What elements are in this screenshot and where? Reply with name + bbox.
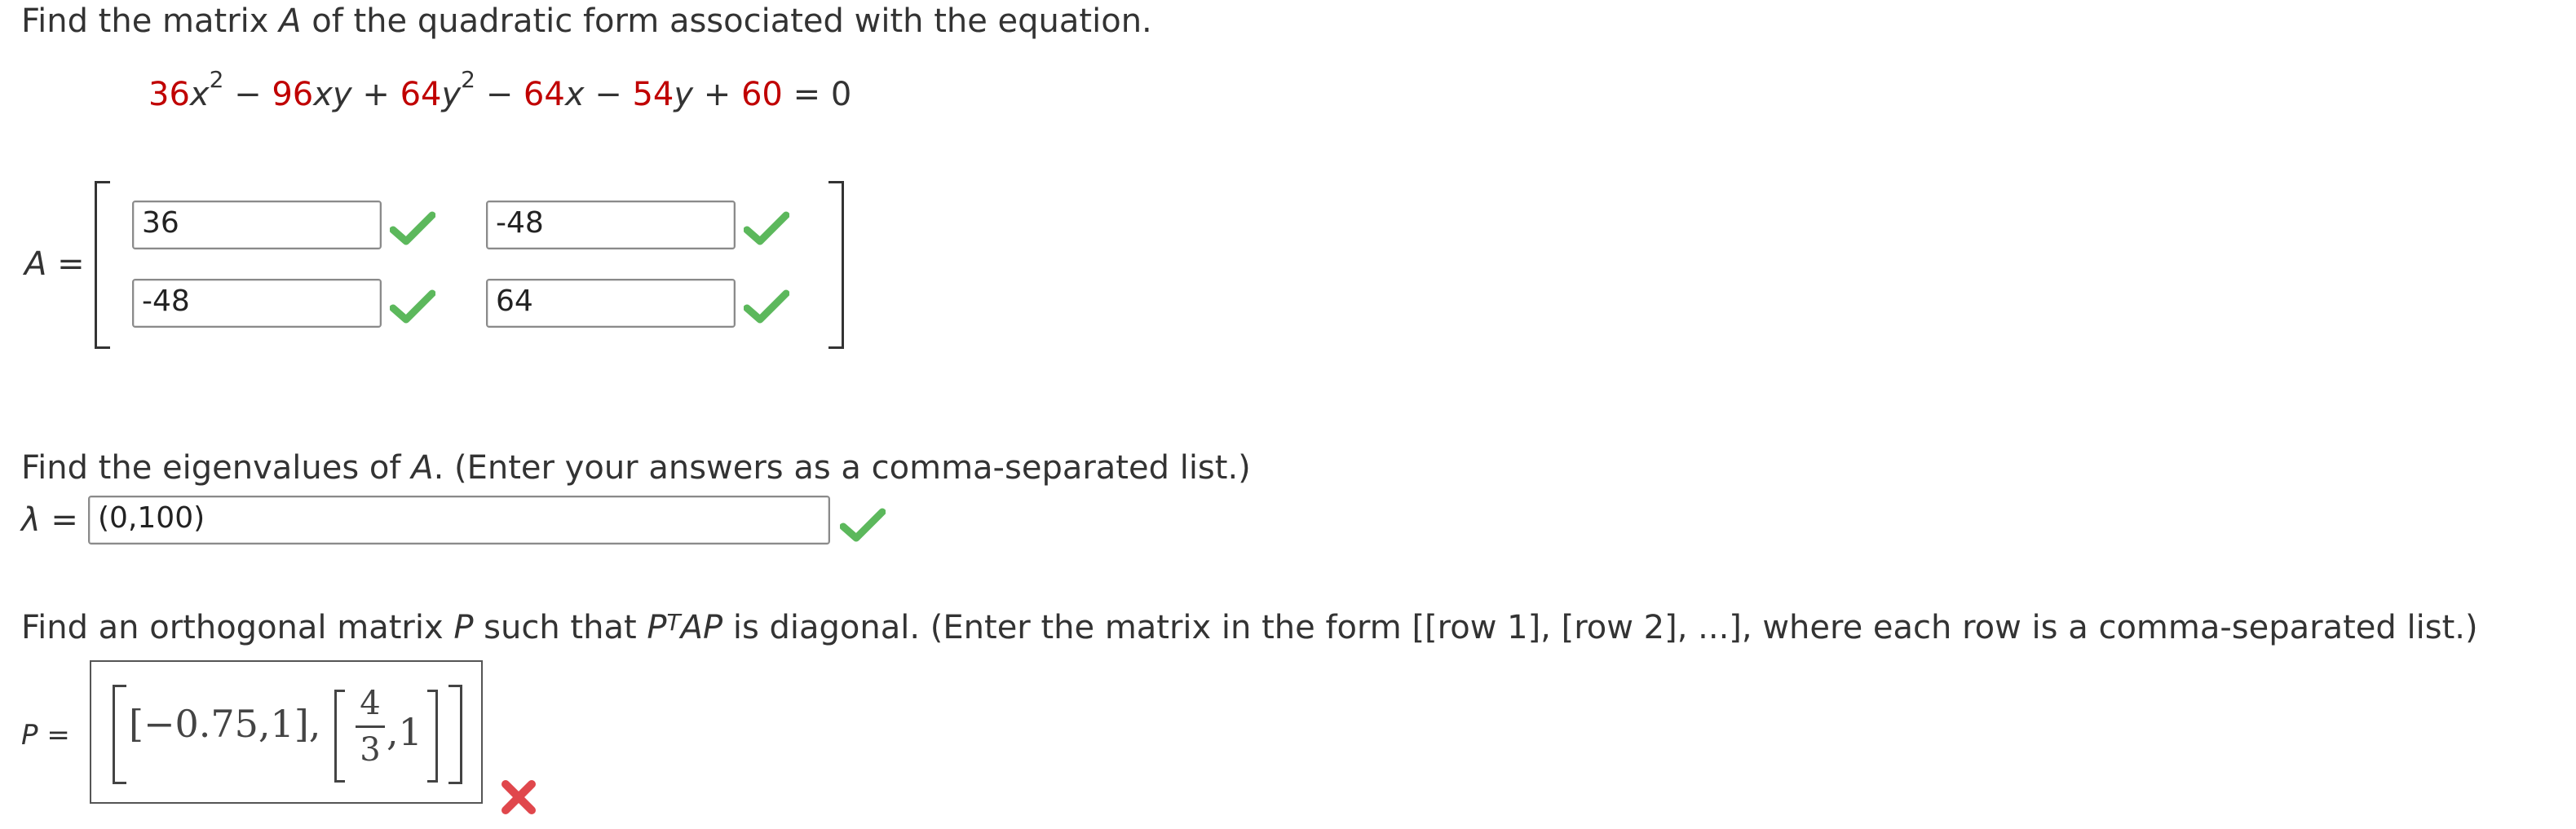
check-icon xyxy=(840,507,886,543)
check-icon xyxy=(744,210,789,246)
constant-term: 60 xyxy=(740,76,783,113)
fraction-denominator: 3 xyxy=(360,731,381,769)
row-2-left-bracket xyxy=(334,690,345,783)
outer-right-bracket xyxy=(448,685,462,784)
check-icon xyxy=(744,289,789,324)
matrix-p-entry-21-fraction: 4 3 xyxy=(354,683,387,770)
orthogonal-matrix-input[interactable]: [−0.75,1], 4 3 ,1 xyxy=(90,660,483,804)
cross-icon xyxy=(499,778,538,817)
matrix-p-entry-11: −0.75 xyxy=(143,702,258,746)
quadratic-equation: 36x2 − 96xy + 64y2 − 64x − 54y + 60 = 0 xyxy=(148,66,852,114)
question-2-prompt: Find the eigenvalues of A. (Enter your a… xyxy=(21,449,1251,487)
check-icon xyxy=(390,210,435,246)
eigenvalue-label: λ = xyxy=(21,501,78,539)
coef-y2: 64 xyxy=(400,76,442,113)
check-icon xyxy=(390,289,435,324)
fraction-bar xyxy=(356,725,385,728)
matrix-a-entry-12[interactable]: -48 xyxy=(486,201,736,249)
coef-x: 64 xyxy=(523,76,565,113)
matrix-p-label: P = xyxy=(21,719,70,752)
matrix-p-entry-12: 1 xyxy=(270,702,294,746)
question-3-prompt: Find an orthogonal matrix P such that PT… xyxy=(21,609,2478,646)
matrix-a-entry-22[interactable]: 64 xyxy=(486,279,736,328)
matrix-p-row-2-rest: ,1 xyxy=(387,710,422,754)
matrix-p-entry-22: 1 xyxy=(398,710,422,754)
outer-left-bracket xyxy=(113,685,126,784)
fraction-numerator: 4 xyxy=(360,685,381,722)
eigenvalues-input[interactable]: (0,100) xyxy=(88,496,830,545)
matrix-a-right-bracket xyxy=(828,181,844,349)
coef-x2: 36 xyxy=(148,76,190,113)
matrix-a-left-bracket xyxy=(95,181,110,349)
matrix-p-row-1: [−0.75,1], xyxy=(129,702,321,746)
matrix-a-label: A = xyxy=(24,245,85,283)
matrix-a-entry-11[interactable]: 36 xyxy=(132,201,382,249)
question-1-prompt: Find the matrix A of the quadratic form … xyxy=(21,2,1152,40)
coef-y: 54 xyxy=(632,76,674,113)
coef-xy: 96 xyxy=(272,76,314,113)
row-2-right-bracket xyxy=(427,690,438,783)
matrix-a-entry-21[interactable]: -48 xyxy=(132,279,382,328)
